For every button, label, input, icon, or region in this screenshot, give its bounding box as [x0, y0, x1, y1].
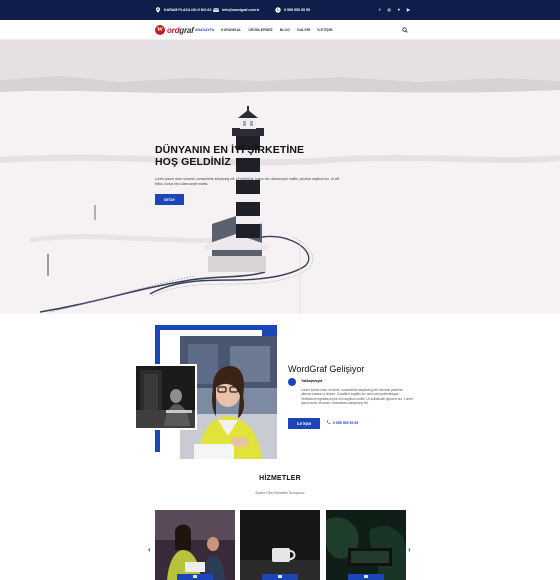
phone-info[interactable]: 0 555 555 55 55	[275, 0, 310, 20]
hero-title-line2: HOŞ GELDİNİZ	[155, 156, 231, 168]
phone-icon	[275, 7, 281, 13]
youtube-icon[interactable]: ▶	[407, 8, 410, 12]
service-card-3-badge	[348, 574, 384, 580]
phone-text[interactable]: 0 555 555 55 55	[284, 8, 310, 12]
facebook-icon[interactable]: f	[379, 8, 380, 12]
about-phone-text[interactable]: 0 555 555 55 55	[333, 421, 358, 425]
hero-title-line1: DÜNYANIN EN İYİ ŞİRKETİNE	[155, 144, 305, 156]
social-links: f ◎ ▾ ▶	[379, 0, 410, 20]
email-info[interactable]: info@wordgraf.com.tr	[213, 0, 259, 20]
twitter-icon[interactable]: ▾	[398, 8, 400, 12]
hero-description: Lorem ipsum dolor sit amet, consectetur …	[155, 177, 340, 186]
menu-item-urunlerimiz[interactable]: ÜRÜNLERİMİZ	[248, 28, 272, 32]
feature-check-icon	[288, 378, 296, 390]
phone-icon	[327, 420, 331, 424]
hero-detail-button[interactable]: DETAY	[155, 194, 184, 205]
menu-item-anasayfa[interactable]: ANASAYFA	[195, 28, 214, 32]
contact-button[interactable]: İLETİŞİM	[288, 418, 320, 429]
email-text[interactable]: info@wordgraf.com.tr	[222, 8, 259, 12]
main-navigation: W ordgraf ANASAYFA KURUMSAL ÜRÜNLERİMİZ …	[0, 20, 560, 40]
logo-text: ordgraf	[167, 25, 194, 35]
services-section: HİZMETLER Sizlere Özel Hizmetler Sunuyor…	[0, 472, 560, 580]
instagram-icon[interactable]: ◎	[387, 8, 391, 12]
search-icon[interactable]	[402, 27, 408, 33]
service-card-2-image	[240, 510, 320, 580]
address-text: KARAM PLAZA NO:9 NO:63	[164, 8, 212, 12]
logo-mark: W	[155, 25, 165, 35]
service-card-1-badge	[177, 574, 213, 580]
menu-item-galeri[interactable]: GALERİ	[297, 28, 310, 32]
mail-icon	[213, 8, 219, 13]
address-info: KARAM PLAZA NO:9 NO:63	[155, 0, 211, 20]
location-pin-icon	[155, 7, 161, 13]
feature-title: Yaklaşımıyla	[301, 379, 323, 383]
site-logo[interactable]: W ordgraf	[155, 24, 194, 36]
menu-item-iletisim[interactable]: İLETİŞİM	[317, 28, 332, 32]
slider-prev-arrow-icon[interactable]: ‹	[148, 545, 151, 554]
services-title: HİZMETLER	[259, 475, 301, 482]
menu-item-blog[interactable]: BLOG	[280, 28, 290, 32]
service-card-1-image	[155, 510, 235, 580]
about-phone[interactable]: 0 555 555 55 55	[326, 420, 358, 425]
services-subtitle: Sizlere Özel Hizmetler Sunuyoruz	[255, 491, 305, 495]
hero-banner: DÜNYANIN EN İYİ ŞİRKETİNE HOŞ GELDİNİZ L…	[0, 40, 560, 314]
about-heading: WordGraf Gelişiyor	[288, 364, 365, 374]
about-office-photo	[134, 364, 197, 430]
service-card-3[interactable]	[326, 510, 406, 580]
service-card-2-badge	[262, 574, 298, 580]
service-card-3-image	[326, 510, 406, 580]
slider-next-arrow-icon[interactable]: ›	[408, 545, 411, 554]
top-bar: KARAM PLAZA NO:9 NO:63 info@wordgraf.com…	[0, 0, 560, 20]
hero-title: DÜNYANIN EN İYİ ŞİRKETİNE HOŞ GELDİNİZ	[155, 144, 304, 168]
service-card-1[interactable]	[155, 510, 235, 580]
feature-description: Lorem ipsum dolor sit amet, consectetur …	[301, 388, 413, 406]
menu: ANASAYFA KURUMSAL ÜRÜNLERİMİZ BLOG GALER…	[195, 20, 333, 40]
about-section: WordGraf Gelişiyor Yaklaşımıyla Lorem ip…	[0, 314, 560, 464]
service-card-2[interactable]	[240, 510, 320, 580]
menu-item-kurumsal[interactable]: KURUMSAL	[221, 28, 241, 32]
